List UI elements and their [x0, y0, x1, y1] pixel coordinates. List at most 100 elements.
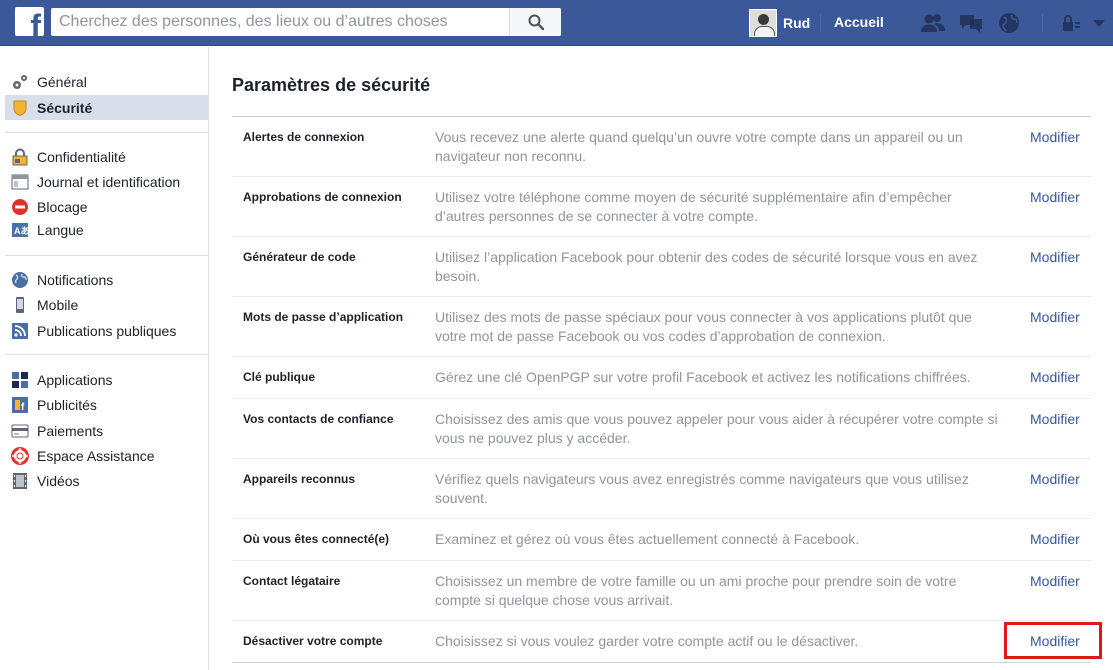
privacy-lock-icon [11, 148, 29, 166]
sidebar-item-public-posts[interactable]: Publications publiques [5, 318, 208, 343]
sidebar-item-ads[interactable]: f Publicités [5, 392, 208, 417]
top-bar: f Rud Accueil [0, 0, 1113, 46]
setting-row-trusted-contacts[interactable]: Vos contacts de confiance Choisissez des… [232, 399, 1091, 459]
sidebar-item-label: Publicités [37, 396, 97, 413]
sidebar-item-support[interactable]: Espace Assistance [5, 443, 208, 468]
settings-sidebar: Général Sécurité Confidentialité Journal… [0, 47, 209, 670]
ads-icon: f [11, 396, 29, 414]
sidebar-item-label: Applications [37, 371, 113, 388]
sidebar-divider [5, 354, 208, 355]
sidebar-item-videos[interactable]: Vidéos [5, 468, 208, 493]
sidebar-item-label: Notifications [37, 271, 114, 288]
sidebar-divider [5, 132, 208, 133]
lifebuoy-icon [11, 446, 29, 465]
user-name: Rud [783, 15, 811, 31]
language-icon: Aあ [11, 221, 29, 239]
setting-row-public-key[interactable]: Clé publique Gérez une clé OpenPGP sur v… [232, 357, 1091, 399]
nav-divider [1042, 14, 1043, 32]
rss-icon [11, 322, 29, 340]
sidebar-item-label: Langue [37, 221, 84, 238]
setting-label: Contact légataire [243, 574, 341, 588]
setting-description: Vérifiez quels navigateurs vous avez enr… [435, 471, 969, 506]
nav-divider [820, 14, 821, 32]
setting-row-deactivate-account[interactable]: Désactiver votre compte Choisissez si vo… [232, 621, 1091, 663]
setting-description: Utilisez l’application Facebook pour obt… [435, 249, 978, 284]
home-link[interactable]: Accueil [834, 14, 884, 30]
setting-label: Clé publique [243, 370, 315, 384]
edit-link[interactable]: Modifier [1030, 572, 1080, 591]
sidebar-item-label: Sécurité [37, 99, 93, 116]
friend-requests-icon[interactable] [920, 11, 946, 35]
messages-icon[interactable] [958, 11, 984, 35]
setting-row-recognized-devices[interactable]: Appareils reconnus Vérifiez quels naviga… [232, 459, 1091, 519]
search-bar [51, 8, 561, 36]
sidebar-item-apps[interactable]: Applications [5, 367, 208, 392]
sidebar-item-label: Vidéos [37, 472, 80, 489]
setting-description: Choisissez si vous voulez garder votre c… [435, 633, 859, 649]
sidebar-item-general[interactable]: Général [5, 69, 208, 94]
facebook-logo-icon[interactable]: f [15, 7, 44, 36]
setting-description: Utilisez votre téléphone comme moyen de … [435, 189, 952, 224]
notifications-globe-icon[interactable] [996, 11, 1022, 35]
setting-row-login-alerts[interactable]: Alertes de connexion Vous recevez une al… [232, 117, 1091, 177]
sidebar-item-security[interactable]: Sécurité [5, 95, 208, 120]
edit-link[interactable]: Modifier [1030, 410, 1080, 429]
setting-row-where-logged-in[interactable]: Où vous êtes connecté(e) Examinez et gér… [232, 519, 1091, 561]
search-button[interactable] [509, 8, 561, 36]
sidebar-item-notifications[interactable]: Notifications [5, 267, 208, 292]
setting-description: Examinez et gérez où vous êtes actuellem… [435, 531, 860, 547]
svg-text:Aあ: Aあ [14, 226, 29, 236]
sidebar-item-label: Mobile [37, 296, 79, 313]
sidebar-item-privacy[interactable]: Confidentialité [5, 144, 208, 169]
edit-link[interactable]: Modifier [1030, 248, 1080, 267]
setting-label: Générateur de code [243, 250, 356, 264]
setting-row-code-generator[interactable]: Générateur de code Utilisez l’applicatio… [232, 237, 1091, 297]
setting-label: Désactiver votre compte [243, 634, 383, 648]
avatar [749, 9, 777, 37]
page-title: Paramètres de sécurité [232, 75, 431, 95]
payments-icon [11, 422, 29, 440]
sidebar-item-payments[interactable]: Paiements [5, 418, 208, 443]
setting-row-login-approvals[interactable]: Approbations de connexion Utilisez votre… [232, 177, 1091, 237]
sidebar-item-timeline[interactable]: Journal et identification [5, 169, 208, 194]
edit-link[interactable]: Modifier [1030, 128, 1080, 147]
profile-link[interactable]: Rud [749, 9, 810, 37]
sidebar-item-label: Blocage [37, 198, 88, 215]
setting-label: Mots de passe d’application [243, 310, 404, 324]
edit-link[interactable]: Modifier [1030, 470, 1080, 489]
setting-description: Choisissez un membre de votre famille ou… [435, 573, 957, 608]
sidebar-item-label: Général [37, 73, 87, 90]
setting-description: Gérez une clé OpenPGP sur votre profil F… [435, 369, 971, 385]
edit-link[interactable]: Modifier [1030, 188, 1080, 207]
account-menu-caret-icon[interactable] [1086, 11, 1105, 35]
setting-label: Vos contacts de confiance [243, 412, 394, 426]
shield-icon [11, 99, 29, 117]
setting-description: Utilisez des mots de passe spéciaux pour… [435, 309, 972, 344]
sidebar-item-label: Espace Assistance [37, 447, 155, 464]
apps-icon [11, 371, 29, 389]
edit-link[interactable]: Modifier [1030, 368, 1080, 387]
search-input[interactable] [51, 8, 509, 36]
mobile-icon [11, 296, 29, 314]
sidebar-item-label: Publications publiques [37, 322, 177, 339]
sidebar-item-mobile[interactable]: Mobile [5, 292, 208, 317]
privacy-lock-icon[interactable] [1058, 11, 1080, 35]
sidebar-item-label: Journal et identification [37, 173, 181, 190]
sidebar-item-language[interactable]: Aあ Langue [5, 217, 208, 242]
sidebar-item-label: Paiements [37, 422, 104, 439]
setting-row-legacy-contact[interactable]: Contact légataire Choisissez un membre d… [232, 561, 1091, 621]
setting-label: Où vous êtes connecté(e) [243, 532, 390, 546]
edit-link[interactable]: Modifier [1030, 308, 1080, 327]
globe-icon [11, 271, 29, 289]
edit-link[interactable]: Modifier [1030, 530, 1080, 549]
setting-description: Vous recevez une alerte quand quelqu’un … [435, 129, 963, 164]
setting-label: Appareils reconnus [243, 472, 356, 486]
setting-description: Choisissez des amis que vous pouvez appe… [435, 411, 998, 446]
setting-label: Alertes de connexion [243, 130, 365, 144]
setting-label: Approbations de connexion [243, 190, 402, 204]
search-icon [528, 14, 544, 30]
sidebar-item-blocking[interactable]: Blocage [5, 194, 208, 219]
film-icon [11, 472, 29, 490]
edit-link[interactable]: Modifier [1030, 632, 1080, 651]
setting-row-app-passwords[interactable]: Mots de passe d’application Utilisez des… [232, 297, 1091, 357]
